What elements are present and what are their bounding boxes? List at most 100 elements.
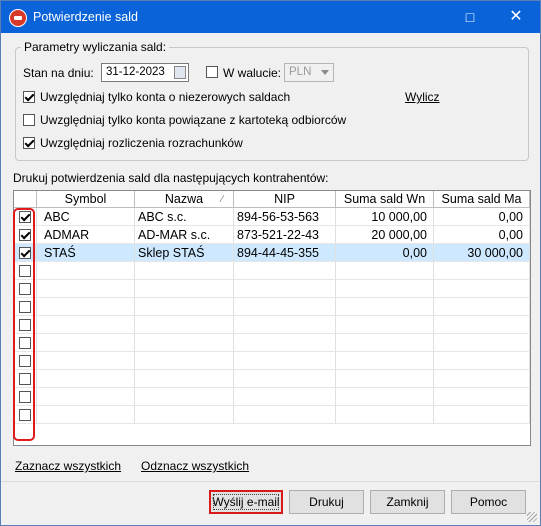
option-label: Uwzględniaj rozliczenia rozrachunków <box>40 136 243 150</box>
table-row[interactable] <box>14 316 530 334</box>
column-header[interactable]: Symbol <box>37 191 135 208</box>
table-cell <box>135 280 234 298</box>
table-cell <box>336 262 434 280</box>
column-header[interactable]: Suma sald Wn <box>336 191 434 208</box>
date-input[interactable]: 31-12-2023 <box>101 63 189 82</box>
table-row[interactable] <box>14 406 530 424</box>
table-cell <box>336 352 434 370</box>
table-cell: ABC <box>37 208 135 226</box>
table-cell <box>37 334 135 352</box>
resize-grip-icon[interactable] <box>527 512 537 522</box>
table-cell <box>234 334 336 352</box>
table-cell <box>37 316 135 334</box>
option-checkbox[interactable] <box>23 137 35 149</box>
table-cell: Sklep STAŚ <box>135 244 234 262</box>
table-cell <box>37 370 135 388</box>
table-cell <box>336 406 434 424</box>
table-cell <box>434 298 530 316</box>
column-header-label: Nazwa <box>164 192 204 206</box>
option-checkbox[interactable] <box>23 91 35 103</box>
deselect-all-link[interactable]: Odznacz wszystkich <box>141 459 249 473</box>
table-row[interactable] <box>14 334 530 352</box>
table-cell <box>336 334 434 352</box>
send-email-button[interactable]: Wyślij e-mail <box>209 490 283 514</box>
option-label: Uwzględniaj tylko konta o niezerowych sa… <box>40 90 291 104</box>
print-button[interactable]: Drukuj <box>289 490 364 514</box>
currency-value: PLN <box>289 66 312 78</box>
table-cell <box>135 352 234 370</box>
table-cell: ABC s.c. <box>135 208 234 226</box>
table-cell <box>234 262 336 280</box>
table-cell: 873-521-22-43 <box>234 226 336 244</box>
table-cell: 894-44-45-355 <box>234 244 336 262</box>
grid-empty-area <box>14 424 530 445</box>
date-label: Stan na dniu: <box>23 66 94 80</box>
table-cell <box>37 406 135 424</box>
close-button[interactable]: Zamknij <box>370 490 445 514</box>
help-button[interactable]: Pomoc <box>451 490 526 514</box>
currency-checkbox[interactable] <box>206 66 218 78</box>
table-cell <box>434 406 530 424</box>
checkbox-column-highlight <box>13 208 35 441</box>
table-cell <box>234 370 336 388</box>
table-cell <box>434 370 530 388</box>
table-cell: 0,00 <box>434 208 530 226</box>
table-row[interactable] <box>14 262 530 280</box>
table-cell <box>234 280 336 298</box>
table-cell <box>37 298 135 316</box>
table-row[interactable] <box>14 388 530 406</box>
table-cell <box>336 280 434 298</box>
table-cell <box>234 406 336 424</box>
maximize-icon[interactable]: □ <box>460 7 480 27</box>
params-legend: Parametry wyliczania sald: <box>21 40 170 54</box>
table-cell <box>434 334 530 352</box>
table-cell <box>434 262 530 280</box>
table-cell: 30 000,00 <box>434 244 530 262</box>
focus-ring <box>213 494 279 510</box>
column-header[interactable]: Suma sald Ma <box>434 191 530 208</box>
calendar-icon[interactable] <box>174 66 186 79</box>
table-cell: 894-56-53-563 <box>234 208 336 226</box>
select-all-link[interactable]: Zaznacz wszystkich <box>15 459 121 473</box>
table-cell <box>37 280 135 298</box>
table-cell <box>234 388 336 406</box>
table-row[interactable]: ABC ABC s.c. 894-56-53-563 10 000,00 0,00 <box>14 208 530 226</box>
table-cell <box>234 298 336 316</box>
table-cell <box>135 298 234 316</box>
contractors-grid: Symbol Nazwa ∕ NIP Suma sald Wn Suma sald Ma A… <box>13 190 531 446</box>
option-checkbox[interactable] <box>23 114 35 126</box>
table-row[interactable] <box>14 370 530 388</box>
calc-link[interactable]: Wylicz <box>405 90 440 104</box>
table-row[interactable] <box>14 280 530 298</box>
table-cell: AD-MAR s.c. <box>135 226 234 244</box>
column-header[interactable]: Nazwa ∕ <box>135 191 234 208</box>
table-row[interactable] <box>14 298 530 316</box>
column-header-check <box>14 191 37 208</box>
table-cell <box>336 388 434 406</box>
table-cell <box>234 352 336 370</box>
sort-indicator-icon: ∕ <box>221 194 223 205</box>
close-icon[interactable]: ✕ <box>506 7 526 27</box>
currency-label: W walucie: <box>223 66 282 80</box>
column-header[interactable]: NIP <box>234 191 336 208</box>
column-header-label: Suma sald Ma <box>441 192 522 206</box>
table-cell <box>135 406 234 424</box>
date-value: 31-12-2023 <box>106 66 165 78</box>
table-cell <box>135 388 234 406</box>
column-header-label: Symbol <box>64 192 107 206</box>
table-cell <box>37 262 135 280</box>
table-cell: 20 000,00 <box>336 226 434 244</box>
table-cell <box>135 334 234 352</box>
list-caption: Drukuj potwierdzenia sald dla następując… <box>13 171 329 185</box>
footer-divider <box>1 481 540 482</box>
table-cell <box>434 388 530 406</box>
table-row[interactable]: ADMAR AD-MAR s.c. 873-521-22-43 20 000,00 0,… <box>14 226 530 244</box>
table-row[interactable] <box>14 352 530 370</box>
currency-select[interactable]: PLN <box>284 63 334 82</box>
table-cell <box>135 316 234 334</box>
app-logo-icon <box>9 9 27 27</box>
table-row[interactable]: STAŚ Sklep STAŚ 894-44-45-355 0,00 30 000,00 <box>14 244 530 262</box>
table-cell <box>336 316 434 334</box>
table-cell <box>37 388 135 406</box>
table-cell: ADMAR <box>37 226 135 244</box>
